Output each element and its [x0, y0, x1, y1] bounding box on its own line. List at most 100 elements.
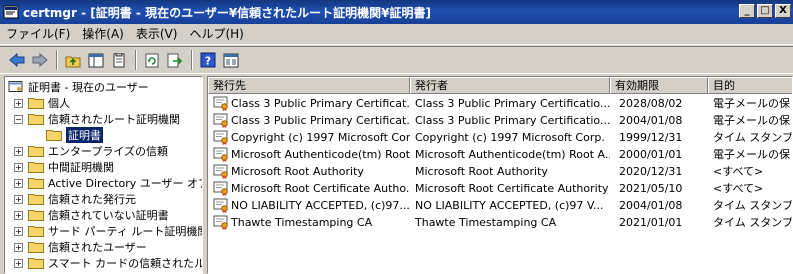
cell-expiration: 2000/01/01	[619, 148, 683, 161]
tree-item-label: 中間証明機関	[48, 161, 114, 174]
menu-action[interactable]: 操作(A)	[76, 24, 130, 45]
toolbar-separator	[56, 50, 58, 70]
cell-issued-by: NO LIABILITY ACCEPTED, (c)97 V...	[415, 199, 604, 212]
cell-issued-to: Class 3 Public Primary Certificat...	[231, 97, 410, 110]
expand-toggle[interactable]: +	[14, 259, 23, 268]
tree-item-label: サード パーティ ルート証明機関	[48, 225, 203, 238]
cell-purpose: <すべて>	[713, 165, 764, 178]
properties-icon[interactable]	[108, 49, 130, 71]
title-bar: certmgr - [証明書 - 現在のユーザー¥信頼されたルート証明機関¥証明…	[0, 0, 793, 24]
certificate-icon	[213, 96, 228, 111]
up-folder-icon[interactable]	[62, 49, 84, 71]
certificate-list[interactable]: 発行先 発行者 有効期限 目的 Class 3 Public Primary C…	[207, 76, 793, 274]
cell-issued-by: Class 3 Public Primary Certificatio...	[415, 97, 610, 110]
table-row[interactable]: NO LIABILITY ACCEPTED, (c)97... NO LIABIL…	[208, 197, 793, 214]
folder-open-icon	[28, 114, 44, 125]
refresh-icon[interactable]	[141, 49, 163, 71]
column-header-purpose[interactable]: 目的	[708, 77, 792, 94]
cell-purpose: タイム スタンプ	[713, 199, 793, 212]
collapse-toggle[interactable]: −	[14, 115, 23, 124]
tree-item-trusted-root[interactable]: 信頼されたルート証明機関	[28, 111, 180, 127]
cell-purpose: タイム スタンプ	[713, 131, 793, 144]
tree-item-label: スマート カードの信頼されたルート	[48, 257, 202, 270]
help-icon[interactable]: ?	[197, 49, 219, 71]
folder-icon	[28, 226, 44, 237]
menu-file[interactable]: ファイル(F)	[0, 24, 76, 45]
minimize-button[interactable]: _	[739, 4, 755, 18]
tree-item-certificates[interactable]: 証明書	[46, 127, 103, 143]
certificate-icon	[213, 130, 228, 145]
tree-item-untrusted[interactable]: 信頼されていない証明書	[28, 207, 169, 223]
expand-toggle[interactable]: +	[14, 211, 23, 220]
cell-expiration: 2021/01/01	[619, 216, 683, 229]
cell-issued-by: Copyright (c) 1997 Microsoft Corp.	[415, 131, 605, 144]
maximize-button[interactable]: □	[757, 4, 773, 18]
tree-item-label: 信頼された発行元	[48, 193, 136, 206]
close-button[interactable]: X	[775, 4, 791, 18]
expand-toggle[interactable]: +	[14, 195, 23, 204]
cell-issued-to: Copyright (c) 1997 Microsoft Cor...	[231, 131, 410, 144]
menu-view[interactable]: 表示(V)	[130, 24, 184, 45]
cell-purpose: 電子メールの保	[713, 114, 790, 127]
expand-toggle[interactable]: +	[14, 147, 23, 156]
cell-issued-by: Microsoft Root Authority	[415, 165, 548, 178]
cell-purpose: 電子メールの保	[713, 148, 790, 161]
cell-issued-to: Class 3 Public Primary Certificat...	[231, 114, 410, 127]
folder-icon	[28, 210, 44, 221]
certificate-icon	[213, 164, 228, 179]
tree-item-enterprise-trust[interactable]: エンタープライズの信頼	[28, 143, 168, 159]
tree-item-third-party-root[interactable]: サード パーティ ルート証明機関	[28, 223, 203, 239]
column-header-issued-by[interactable]: 発行者	[410, 77, 610, 94]
cell-issued-to: NO LIABILITY ACCEPTED, (c)97...	[231, 199, 410, 212]
cell-issued-by: Class 3 Public Primary Certificatio...	[415, 114, 610, 127]
cell-expiration: 1999/12/31	[619, 131, 683, 144]
expand-toggle[interactable]: +	[14, 243, 23, 252]
tree-item-label: エンタープライズの信頼	[48, 145, 169, 158]
cell-expiration: 2020/12/31	[619, 165, 683, 178]
toolbar: ?	[0, 46, 793, 74]
toolbar-separator	[135, 50, 137, 70]
tree-root[interactable]: 証明書 - 現在のユーザー	[8, 79, 149, 95]
show-tree-icon[interactable]	[85, 49, 107, 71]
menu-help[interactable]: ヘルプ(H)	[183, 24, 249, 45]
tree-root-label: 証明書 - 現在のユーザー	[28, 81, 149, 94]
cell-expiration: 2004/01/08	[619, 114, 683, 127]
cell-issued-by: Microsoft Root Certificate Authority	[415, 182, 609, 195]
table-row[interactable]: Copyright (c) 1997 Microsoft Cor... Copyr…	[208, 129, 793, 146]
export-icon[interactable]	[164, 49, 186, 71]
table-row[interactable]: Thawte Timestamping CA Thawte Timestampin…	[208, 214, 792, 231]
tree-item-label: 信頼されたルート証明機関	[48, 113, 180, 126]
certificate-icon	[213, 113, 228, 128]
folder-icon	[28, 242, 44, 253]
expand-toggle[interactable]: +	[14, 179, 23, 188]
table-row[interactable]: Microsoft Root Authority Microsoft Root A…	[208, 163, 792, 180]
table-row[interactable]: Microsoft Authenticode(tm) Root... Micros…	[208, 146, 792, 163]
expand-toggle[interactable]: +	[14, 163, 23, 172]
certmgr-app-icon[interactable]	[3, 4, 19, 20]
console-icon[interactable]	[220, 49, 242, 71]
folder-icon	[46, 130, 62, 141]
tree-item-trusted-people[interactable]: 信頼されたユーザー	[28, 239, 147, 255]
back-icon[interactable]	[6, 49, 28, 71]
tree-pane[interactable]: 証明書 - 現在のユーザー + 個人 − 信頼されたルート証明機関 証明書 + …	[4, 76, 203, 274]
certificate-icon	[213, 147, 228, 162]
table-row[interactable]: Class 3 Public Primary Certificat... Clas…	[208, 95, 792, 112]
folder-icon	[28, 194, 44, 205]
table-row[interactable]: Class 3 Public Primary Certificat... Clas…	[208, 112, 792, 129]
cell-expiration: 2004/01/08	[619, 199, 683, 212]
expand-toggle[interactable]: +	[14, 227, 23, 236]
column-header-issued-to[interactable]: 発行先	[208, 77, 410, 94]
tree-item-personal[interactable]: 個人	[28, 95, 70, 111]
tree-item-smart-card-root[interactable]: スマート カードの信頼されたルート	[28, 255, 202, 271]
cell-purpose: 電子メールの保	[713, 97, 790, 110]
expand-toggle[interactable]: +	[14, 99, 23, 108]
certificate-icon	[213, 181, 228, 196]
cell-issued-by: Thawte Timestamping CA	[415, 216, 557, 229]
tree-item-active-directory[interactable]: Active Directory ユーザー オブジ	[28, 175, 202, 191]
tree-item-trusted-publishers[interactable]: 信頼された発行元	[28, 191, 136, 207]
forward-icon[interactable]	[29, 49, 51, 71]
toolbar-separator	[191, 50, 193, 70]
table-row[interactable]: Microsoft Root Certificate Autho... Micro…	[208, 180, 792, 197]
column-header-expiration[interactable]: 有効期限	[610, 77, 708, 94]
tree-item-intermediate[interactable]: 中間証明機関	[28, 159, 114, 175]
